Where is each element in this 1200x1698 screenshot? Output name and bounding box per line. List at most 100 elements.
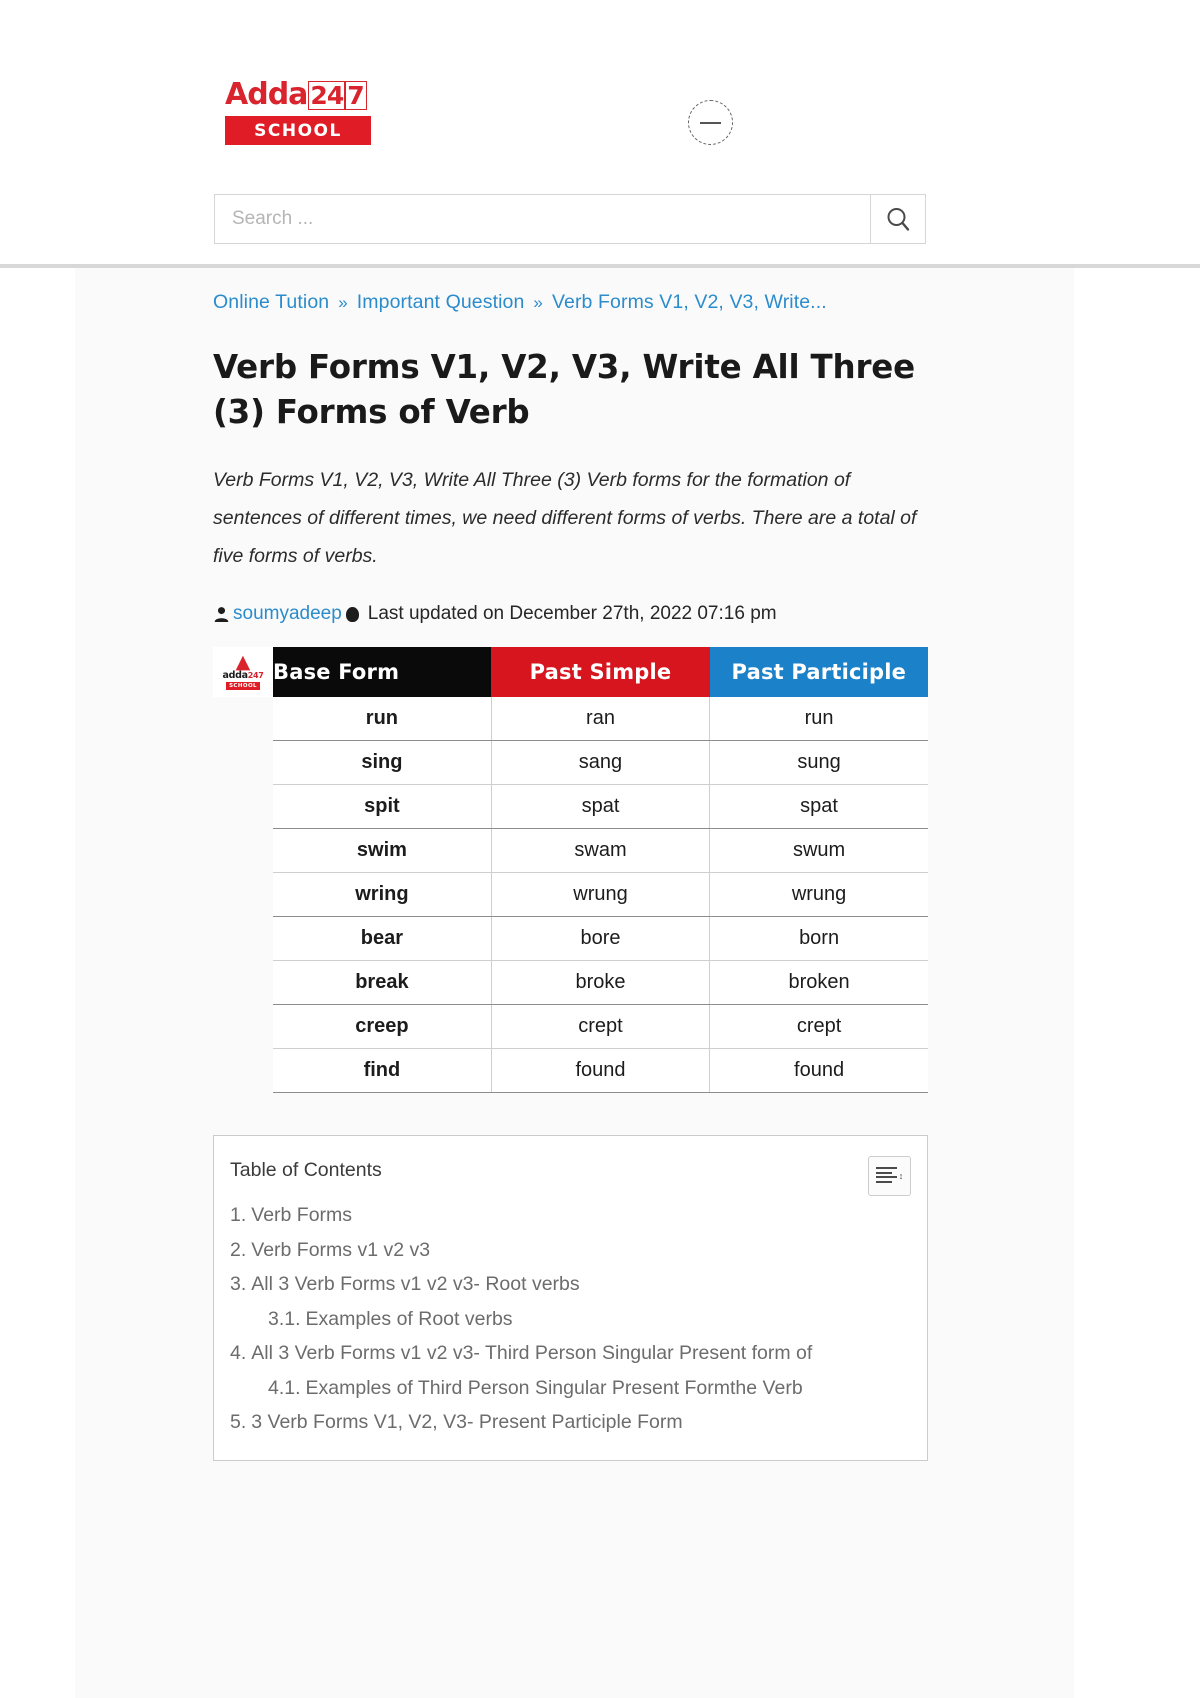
toc-item-link[interactable]: Verb Forms (251, 1204, 352, 1226)
column-header-past-participle: Past Participle (709, 647, 928, 697)
breadcrumb-separator: » (533, 293, 543, 312)
breadcrumb-item-current[interactable]: Verb Forms V1, V2, V3, Write... (552, 291, 827, 313)
toc-title: Table of Contents (230, 1159, 382, 1181)
table-cell: broken (709, 960, 928, 1005)
toc-item-number: 5. (230, 1411, 247, 1433)
table-row: bear bore born (213, 916, 928, 961)
table-cell: crept (709, 1004, 928, 1049)
meta-separator-dot (345, 606, 359, 622)
table-logo-cell: ▲ adda247 SCHOOL (213, 647, 273, 697)
toc-item-number: 2. (230, 1238, 247, 1261)
toc-item-link[interactable]: All 3 Verb Forms v1 v2 v3- Third Person … (251, 1342, 812, 1364)
table-cell: wrung (491, 872, 711, 917)
table-cell: wring (273, 872, 492, 917)
verb-table-head: ▲ adda247 SCHOOL Base Form Past Simple P… (213, 647, 928, 697)
table-row: swim swam swum (213, 828, 928, 873)
row-spacer-cell (213, 740, 273, 785)
toc-item[interactable]: 4.1. Examples of Third Person Singular Pr… (230, 1371, 907, 1406)
adda-flame-icon: ▲ (235, 650, 251, 673)
verb-table-body: run ran run sing sang sung spit spat spat swim swa… (213, 697, 928, 1093)
toc-toggle-button[interactable]: ↕ (868, 1156, 911, 1196)
row-spacer-cell (213, 828, 273, 873)
toc-item-number: 1. (230, 1204, 247, 1226)
table-row: spit spat spat (213, 784, 928, 829)
logo-wordmark: Adda (225, 77, 308, 112)
table-cell: bear (273, 916, 492, 961)
table-row: run ran run (213, 697, 928, 741)
table-cell: born (709, 916, 928, 961)
table-row: wring wrung wrung (213, 872, 928, 917)
table-cell: sang (491, 740, 711, 785)
search-input[interactable] (214, 194, 870, 244)
table-row: break broke broken (213, 960, 928, 1005)
logo-top-row: Adda 24 7 (225, 78, 371, 112)
table-cell: found (709, 1048, 928, 1093)
toc-item-link[interactable]: All 3 Verb Forms v1 v2 v3- Root verbs (251, 1273, 579, 1295)
toc-item-link[interactable]: Verb Forms v1 v2 v3 (251, 1239, 430, 1261)
toc-item-number: 3.1. (268, 1307, 301, 1330)
site-header: Adda 24 7 SCHOOL (0, 0, 1200, 268)
table-cell: sing (273, 740, 492, 785)
site-logo[interactable]: Adda 24 7 SCHOOL (225, 78, 371, 145)
toc-item-link[interactable]: Examples of Third Person Singular Presen… (306, 1377, 803, 1399)
page-body: Online Tution » Important Question » Verb Fo… (75, 268, 1074, 1698)
logo-number-group: 24 7 (308, 80, 367, 110)
row-spacer-cell (213, 872, 273, 917)
breadcrumb-item-online-tution[interactable]: Online Tution (213, 291, 329, 313)
row-spacer-cell (213, 916, 273, 961)
row-spacer-cell (213, 784, 273, 829)
table-cell: swim (273, 828, 492, 873)
post-meta: soumyadeep Last updated on December 27th… (213, 603, 928, 625)
search-submit-button[interactable] (870, 194, 926, 244)
verb-table-header-row: ▲ adda247 SCHOOL Base Form Past Simple P… (213, 647, 928, 697)
mini-logo-word-text: adda (222, 669, 248, 681)
page-title: Verb Forms V1, V2, V3, Write All Three (… (213, 348, 915, 431)
toc-item[interactable]: 3.1. Examples of Root verbs (230, 1302, 907, 1337)
table-cell: sung (709, 740, 928, 785)
toc-item[interactable]: 5. 3 Verb Forms V1, V2, V3- Present Parti… (230, 1405, 907, 1440)
list-toggle-icon (875, 1167, 897, 1185)
row-spacer-cell (213, 960, 273, 1005)
table-cell: ran (491, 697, 711, 741)
toc-item-number: 3. (230, 1273, 247, 1295)
table-cell: swum (709, 828, 928, 873)
breadcrumb-item-important-question[interactable]: Important Question (357, 291, 525, 313)
toc-item-link[interactable]: Examples of Root verbs (306, 1308, 513, 1330)
column-header-base-form: Base Form (273, 647, 492, 697)
toc-item-list: 1. Verb Forms 2. Verb Forms v1 v2 v3 3. All 3… (230, 1198, 907, 1440)
toc-item[interactable]: 2. Verb Forms v1 v2 v3 (230, 1233, 907, 1268)
post-author-link[interactable]: soumyadeep (233, 603, 342, 625)
post-updated-date: Last updated on December 27th, 2022 07:1… (367, 603, 777, 624)
table-cell: run (709, 697, 928, 741)
user-icon (214, 606, 229, 622)
toc-item-number: 4. (230, 1342, 247, 1364)
table-cell: bore (491, 916, 711, 961)
row-spacer-cell (213, 1048, 273, 1093)
table-cell: swam (491, 828, 711, 873)
table-cell: find (273, 1048, 492, 1093)
minus-circle-icon[interactable] (688, 100, 733, 145)
toc-item[interactable]: 1. Verb Forms (230, 1198, 907, 1233)
table-cell: broke (491, 960, 711, 1005)
table-cell: run (273, 697, 492, 741)
verb-forms-table: ▲ adda247 SCHOOL Base Form Past Simple P… (213, 647, 928, 1093)
table-row: find found found (213, 1048, 928, 1093)
table-cell: spat (709, 784, 928, 829)
breadcrumb-separator: » (338, 293, 348, 312)
toc-item-link[interactable]: 3 Verb Forms V1, V2, V3- Present Partici… (251, 1411, 682, 1433)
table-cell: wrung (709, 872, 928, 917)
mini-logo-num-text: 247 (247, 670, 264, 680)
table-cell: crept (491, 1004, 711, 1049)
toc-item-number: 4.1. (268, 1376, 301, 1399)
toc-item[interactable]: 4. All 3 Verb Forms v1 v2 v3- Third Perso… (230, 1336, 907, 1371)
logo-subbrand-label: SCHOOL (254, 120, 342, 141)
row-spacer-cell (213, 1004, 273, 1049)
minus-bar (700, 122, 721, 124)
table-cell: creep (273, 1004, 492, 1049)
toc-item[interactable]: 3. All 3 Verb Forms v1 v2 v3- Root verbs (230, 1267, 907, 1302)
logo-number-7: 7 (345, 80, 367, 110)
chevron-updown-icon: ↕ (898, 1170, 904, 1181)
table-cell: found (491, 1048, 711, 1093)
column-header-past-simple: Past Simple (491, 647, 710, 697)
main-content: Online Tution » Important Question » Verb Fo… (213, 268, 928, 1461)
